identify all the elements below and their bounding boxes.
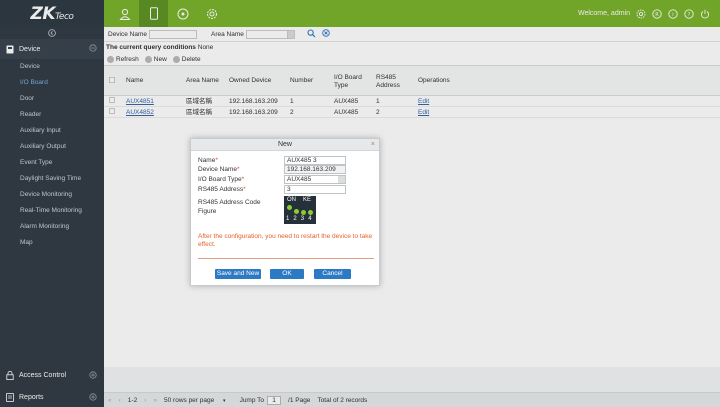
rs485-input[interactable]: 3 — [284, 185, 346, 194]
close-icon[interactable]: × — [371, 139, 375, 151]
dip-ke-label: KE — [303, 197, 312, 203]
device-name-field-label: Device Name* — [198, 166, 240, 173]
ok-button[interactable]: OK — [270, 269, 304, 279]
new-io-board-dialog: New × Name* AUX485 3 Device Name* 192.16… — [190, 138, 380, 286]
board-type-label: I/O Board Type* — [198, 176, 245, 183]
dip-numbers: 1 2 3 4 — [286, 216, 313, 222]
dropdown-icon — [338, 176, 345, 183]
dialog-title-bar: New × — [191, 139, 379, 151]
dip-on-label: ON — [287, 197, 296, 203]
board-type-select[interactable]: AUX485 — [284, 175, 346, 184]
rs485-label: RS485 Address* — [198, 186, 246, 193]
code-figure-label: RS485 Address Code Figure — [198, 199, 261, 215]
dialog-title: New — [277, 141, 292, 148]
dip-switch-figure: ON KE 1 2 3 4 — [284, 196, 316, 224]
dip-switch-4 — [308, 210, 313, 215]
dip-switch-1 — [287, 205, 292, 210]
dip-switch-2 — [294, 209, 299, 214]
dialog-divider — [198, 258, 374, 259]
name-input[interactable]: AUX485 3 — [284, 156, 346, 165]
dip-switch-3 — [301, 210, 306, 215]
restart-note: After the configuration, you need to res… — [198, 233, 373, 248]
device-name-field[interactable]: 192.168.163.209 — [284, 165, 346, 174]
save-and-new-button[interactable]: Save and New — [215, 269, 261, 279]
cancel-button[interactable]: Cancel — [314, 269, 351, 279]
name-label: Name* — [198, 157, 218, 164]
